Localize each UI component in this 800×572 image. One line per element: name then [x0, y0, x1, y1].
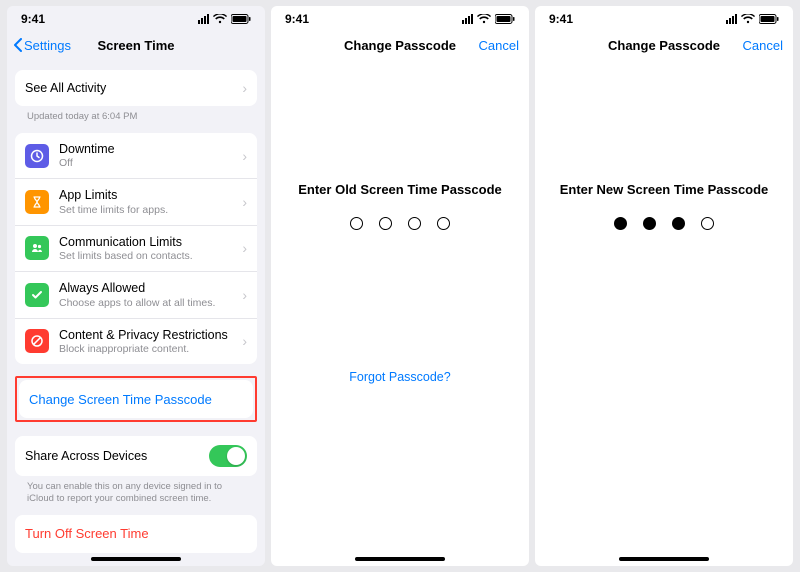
status-bar: 9:41 [271, 6, 529, 28]
chevron-right-icon: › [242, 287, 247, 303]
chevron-right-icon: › [242, 194, 247, 210]
always-allowed-cell[interactable]: Always Allowed Choose apps to allow at a… [15, 272, 257, 318]
cellular-icon [726, 14, 737, 24]
content-privacy-title: Content & Privacy Restrictions [59, 328, 236, 342]
see-all-activity-group: See All Activity › [15, 70, 257, 106]
passcode-dot [701, 217, 714, 230]
passcode-dot [643, 217, 656, 230]
see-all-label: See All Activity [25, 81, 236, 95]
battery-icon [231, 14, 251, 24]
no-entry-icon [25, 329, 49, 353]
home-indicator[interactable] [91, 557, 181, 561]
app-limits-sub: Set time limits for apps. [59, 204, 236, 216]
phone-screen-time: 9:41 Settings Screen Time See All Activi… [7, 6, 265, 566]
updated-note: Updated today at 6:04 PM [15, 106, 257, 123]
status-time: 9:41 [549, 12, 599, 26]
change-passcode-button[interactable]: Change Screen Time Passcode [19, 380, 253, 418]
share-devices-toggle[interactable] [209, 445, 247, 467]
people-icon [25, 236, 49, 260]
status-icons [462, 14, 515, 24]
turn-off-button[interactable]: Turn Off Screen Time [15, 515, 257, 553]
page-title: Screen Time [7, 38, 265, 53]
check-icon [25, 283, 49, 307]
passcode-dot [614, 217, 627, 230]
chevron-right-icon: › [242, 240, 247, 256]
always-allowed-sub: Choose apps to allow at all times. [59, 297, 236, 309]
comm-limits-sub: Set limits based on contacts. [59, 250, 236, 262]
limits-group: Downtime Off › App Limits Set time limit… [15, 133, 257, 364]
change-passcode-label: Change Screen Time Passcode [29, 392, 212, 407]
change-passcode-group: Change Screen Time Passcode [19, 380, 253, 418]
phone-enter-old-passcode: 9:41 Change Passcode Cancel Enter Old Sc… [271, 6, 529, 566]
status-icons [198, 14, 251, 24]
downtime-sub: Off [59, 157, 236, 169]
navbar: Change Passcode Cancel [271, 28, 529, 62]
cellular-icon [462, 14, 473, 24]
home-indicator[interactable] [619, 557, 709, 561]
comm-limits-title: Communication Limits [59, 235, 236, 249]
share-devices-note: You can enable this on any device signed… [15, 476, 257, 505]
hourglass-icon [25, 190, 49, 214]
passcode-prompt: Enter New Screen Time Passcode [535, 182, 793, 197]
downtime-cell[interactable]: Downtime Off › [15, 133, 257, 179]
content-privacy-cell[interactable]: Content & Privacy Restrictions Block ina… [15, 319, 257, 364]
downtime-icon [25, 144, 49, 168]
downtime-title: Downtime [59, 142, 236, 156]
communication-limits-cell[interactable]: Communication Limits Set limits based on… [15, 226, 257, 272]
share-devices-cell[interactable]: Share Across Devices [15, 436, 257, 476]
wifi-icon [477, 14, 491, 24]
wifi-icon [741, 14, 755, 24]
passcode-dot [672, 217, 685, 230]
chevron-right-icon: › [242, 148, 247, 164]
cancel-button[interactable]: Cancel [743, 38, 783, 53]
cellular-icon [198, 14, 209, 24]
chevron-right-icon: › [242, 333, 247, 349]
turn-off-label: Turn Off Screen Time [25, 526, 149, 541]
status-icons [726, 14, 779, 24]
chevron-right-icon: › [242, 80, 247, 96]
passcode-dot [350, 217, 363, 230]
passcode-prompt: Enter Old Screen Time Passcode [271, 182, 529, 197]
always-allowed-title: Always Allowed [59, 281, 236, 295]
see-all-activity-cell[interactable]: See All Activity › [15, 70, 257, 106]
home-indicator[interactable] [355, 557, 445, 561]
passcode-dots[interactable] [271, 217, 529, 230]
share-devices-label: Share Across Devices [25, 449, 209, 463]
cancel-button[interactable]: Cancel [479, 38, 519, 53]
passcode-dot [379, 217, 392, 230]
content-privacy-sub: Block inappropriate content. [59, 343, 236, 355]
turn-off-group: Turn Off Screen Time [15, 515, 257, 553]
forgot-passcode-link[interactable]: Forgot Passcode? [271, 370, 529, 384]
phone-enter-new-passcode: 9:41 Change Passcode Cancel Enter New Sc… [535, 6, 793, 566]
highlight-box: Change Screen Time Passcode [15, 376, 257, 422]
battery-icon [759, 14, 779, 24]
navbar: Settings Screen Time [7, 28, 265, 62]
status-bar: 9:41 [535, 6, 793, 28]
app-limits-cell[interactable]: App Limits Set time limits for apps. › [15, 179, 257, 225]
status-bar: 9:41 [7, 6, 265, 28]
passcode-dot [437, 217, 450, 230]
share-devices-group: Share Across Devices [15, 436, 257, 476]
app-limits-title: App Limits [59, 188, 236, 202]
navbar: Change Passcode Cancel [535, 28, 793, 62]
passcode-dots[interactable] [535, 217, 793, 230]
status-time: 9:41 [21, 12, 71, 26]
status-time: 9:41 [285, 12, 335, 26]
battery-icon [495, 14, 515, 24]
wifi-icon [213, 14, 227, 24]
passcode-dot [408, 217, 421, 230]
